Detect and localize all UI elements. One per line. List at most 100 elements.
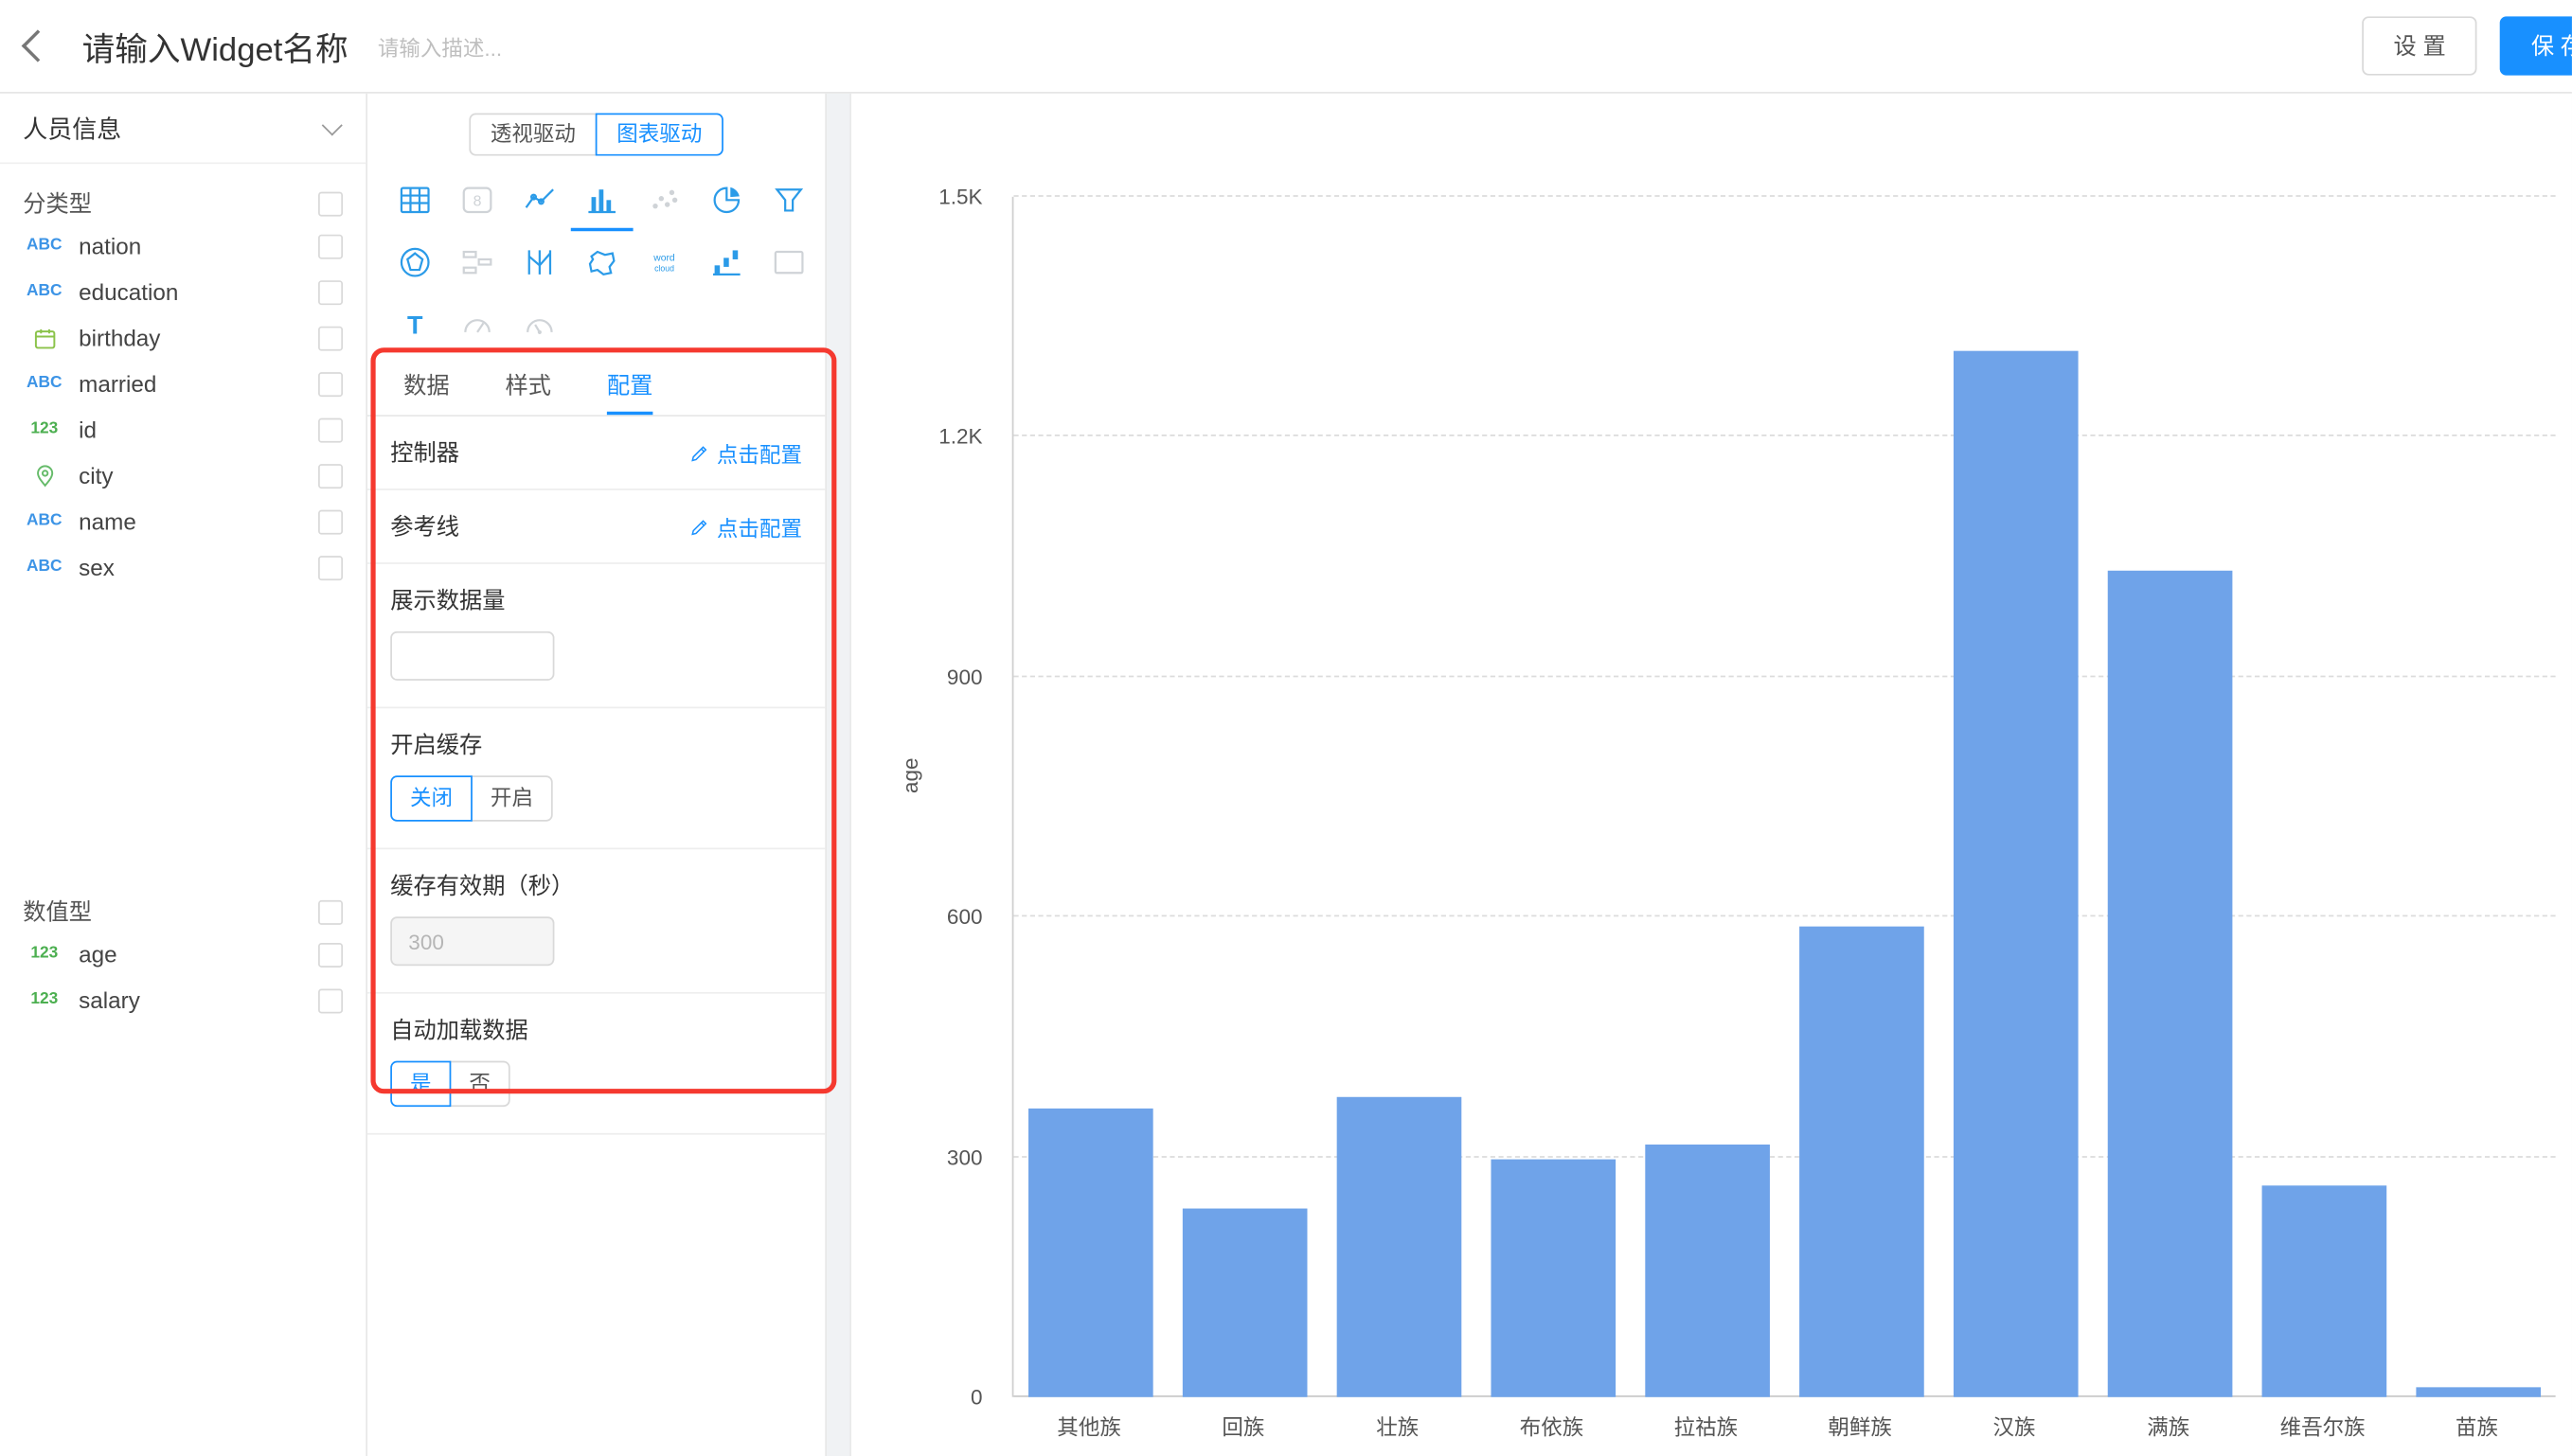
- pencil-icon: [688, 516, 710, 538]
- reference-line-configure-link[interactable]: 点击配置: [688, 511, 802, 542]
- chart-bar: [1645, 1145, 1770, 1396]
- tab-配置[interactable]: 配置: [607, 359, 652, 415]
- field-row[interactable]: 123age: [0, 932, 366, 977]
- x-axis-ticks: 其他族回族壮族布依族拉祜族朝鲜族汉族满族维吾尔族苗族: [1012, 1411, 2554, 1442]
- cache-expire-label: 缓存有效期（秒）: [390, 869, 802, 902]
- n123-icon: 123: [23, 946, 65, 962]
- x-tick-label: 朝鲜族: [1783, 1411, 1938, 1442]
- widget-editor: 请输入Widget名称 请输入描述... 设 置 保 存 人员信息 分类型ABC…: [0, 0, 2572, 1456]
- x-tick-label: 回族: [1167, 1411, 1321, 1442]
- field-checkbox[interactable]: [318, 326, 343, 350]
- text-chart-icon[interactable]: T: [384, 293, 446, 356]
- x-tick-label: 满族: [2091, 1411, 2245, 1442]
- chart-bar: [1954, 350, 2079, 1397]
- field-sections: 分类型ABCnationABCeducationbirthdayABCmarri…: [0, 164, 366, 1023]
- chart-bar: [1337, 1097, 1462, 1397]
- table-chart-icon[interactable]: [384, 169, 446, 231]
- field-checkbox[interactable]: [318, 988, 343, 1013]
- sankey-chart-icon[interactable]: [446, 231, 509, 293]
- wordcloud-chart-icon[interactable]: wordcloud: [634, 231, 696, 293]
- scorecard-chart-icon[interactable]: 8: [446, 169, 509, 231]
- funnel-chart-icon[interactable]: [758, 169, 820, 231]
- field-label: salary: [79, 987, 318, 1014]
- gridline: [1013, 435, 2555, 437]
- field-label: education: [79, 278, 318, 305]
- line-chart-icon[interactable]: [509, 169, 571, 231]
- waterfall-chart-icon[interactable]: [695, 231, 758, 293]
- y-tick-label: 1.5K: [938, 185, 982, 209]
- auto-load-option[interactable]: 是: [390, 1061, 451, 1107]
- field-row[interactable]: 123id: [0, 407, 366, 453]
- field-checkbox[interactable]: [318, 371, 343, 396]
- gridline: [1013, 675, 2555, 677]
- field-row[interactable]: city: [0, 453, 366, 498]
- radar-chart-icon[interactable]: [384, 231, 446, 293]
- config-panel: 透视驱动图表驱动 8 wordcloud T 数据样式 配置 控制器 点击配置 参考线…: [367, 94, 827, 1456]
- save-button[interactable]: 保 存: [2500, 16, 2572, 75]
- y-tick-label: 0: [971, 1385, 983, 1410]
- field-checkbox[interactable]: [318, 942, 343, 967]
- field-row[interactable]: ABCname: [0, 499, 366, 544]
- display-count-group: 展示数据量: [367, 564, 825, 708]
- scatter-chart-icon[interactable]: [634, 169, 696, 231]
- abc-icon: ABC: [23, 559, 65, 576]
- pie-chart-icon[interactable]: [695, 169, 758, 231]
- chevron-down-icon[interactable]: [322, 115, 343, 135]
- display-count-input[interactable]: [390, 631, 554, 681]
- reference-line-row: 参考线 点击配置: [367, 490, 825, 564]
- abc-icon: ABC: [23, 238, 65, 254]
- section-checkbox[interactable]: [318, 899, 343, 924]
- bar-chart-icon[interactable]: [571, 169, 634, 231]
- tab-数据[interactable]: 数据: [403, 359, 449, 415]
- field-row[interactable]: birthday: [0, 315, 366, 361]
- controller-row: 控制器 点击配置: [367, 417, 825, 490]
- mode-button[interactable]: 图表驱动: [596, 114, 723, 156]
- svg-text:cloud: cloud: [654, 264, 674, 274]
- gauge-chart-icon[interactable]: [446, 293, 509, 356]
- field-row[interactable]: ABCnation: [0, 223, 366, 269]
- panel-scrollbar[interactable]: [827, 94, 851, 1456]
- cache-expire-input[interactable]: [390, 916, 554, 966]
- section-checkbox[interactable]: [318, 191, 343, 216]
- plot-area: [1012, 197, 2556, 1397]
- field-checkbox[interactable]: [318, 279, 343, 304]
- map-chart-icon[interactable]: [571, 231, 634, 293]
- dataset-header[interactable]: 人员信息: [0, 94, 366, 164]
- pin-icon: [23, 463, 65, 488]
- field-label: id: [79, 417, 318, 443]
- mode-button[interactable]: 透视驱动: [469, 114, 597, 156]
- controller-configure-link[interactable]: 点击配置: [688, 437, 802, 469]
- auto-load-option[interactable]: 否: [450, 1061, 510, 1107]
- tab-样式[interactable]: 样式: [505, 359, 550, 415]
- chart-preview: age 03006009001.2K1.5K 其他族回族壮族布依族拉祜族朝鲜族汉…: [851, 94, 2572, 1456]
- field-row[interactable]: ABCsex: [0, 544, 366, 590]
- field-row[interactable]: ABC education: [0, 269, 366, 314]
- widget-name-input[interactable]: 请输入Widget名称: [82, 22, 348, 69]
- y-tick-label: 600: [947, 905, 983, 930]
- back-button[interactable]: [9, 0, 65, 92]
- abc-icon: ABC: [23, 284, 65, 300]
- field-label: city: [79, 462, 318, 488]
- dial-chart-icon[interactable]: [509, 293, 571, 356]
- n123-icon: 123: [23, 992, 65, 1008]
- field-checkbox[interactable]: [318, 463, 343, 488]
- field-label: married: [79, 370, 318, 397]
- y-tick-label: 300: [947, 1145, 983, 1169]
- field-checkbox[interactable]: [318, 417, 343, 442]
- cache-option[interactable]: 关闭: [390, 775, 473, 821]
- chart-bar: [1028, 1109, 1153, 1396]
- iframe-chart-icon[interactable]: [758, 231, 820, 293]
- field-checkbox[interactable]: [318, 234, 343, 258]
- field-section: 分类型ABCnationABCeducationbirthdayABCmarri…: [0, 164, 366, 590]
- settings-button[interactable]: 设 置: [2363, 16, 2477, 75]
- field-row[interactable]: 123 salary: [0, 977, 366, 1022]
- field-checkbox[interactable]: [318, 555, 343, 579]
- chart-bar: [1491, 1159, 1616, 1397]
- cache-expire-group: 缓存有效期（秒）: [367, 849, 825, 993]
- parallel-chart-icon[interactable]: [509, 231, 571, 293]
- field-checkbox[interactable]: [318, 509, 343, 534]
- cache-option[interactable]: 开启: [471, 775, 553, 821]
- reference-line-label: 参考线: [390, 510, 459, 543]
- widget-description-input[interactable]: 请输入描述...: [378, 30, 502, 62]
- field-row[interactable]: ABCmarried: [0, 361, 366, 406]
